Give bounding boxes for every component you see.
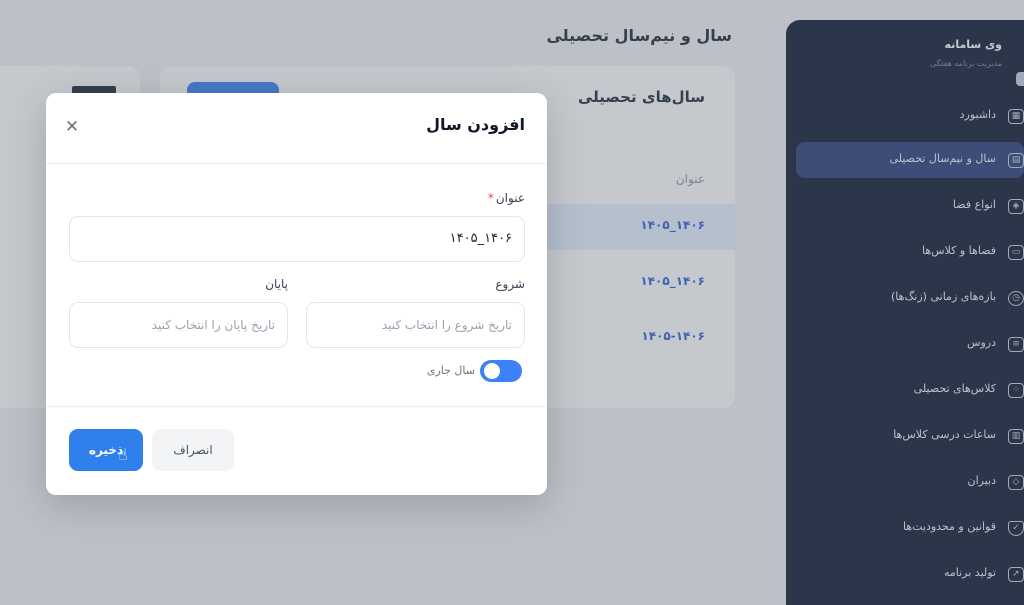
add-year-dialog: افزودن سال ✕ عنوان* ۱۴۰۶_۱۴۰۵ شروع تاریخ…	[46, 93, 547, 495]
title-input[interactable]: ۱۴۰۶_۱۴۰۵	[69, 216, 525, 262]
save-button[interactable]: ذخیره	[69, 429, 143, 471]
dialog-title: افزودن سال	[426, 115, 525, 134]
divider	[46, 406, 547, 407]
divider	[46, 163, 547, 164]
current-year-toggle[interactable]	[480, 360, 522, 382]
end-field-label: پایان	[265, 277, 288, 291]
end-date-input[interactable]: تاریخ پایان را انتخاب کنید	[69, 302, 288, 348]
title-field-label: عنوان*	[488, 191, 525, 205]
start-field-label: شروع	[495, 277, 525, 291]
hand-cursor-icon: ☝	[118, 445, 128, 464]
start-date-input[interactable]: تاریخ شروع را انتخاب کنید	[306, 302, 525, 348]
current-year-label: سال جاری	[426, 364, 475, 377]
required-mark: *	[487, 191, 494, 205]
close-icon[interactable]: ✕	[64, 119, 80, 136]
title-label-text: عنوان	[495, 191, 525, 205]
cancel-button[interactable]: انصراف	[152, 429, 234, 471]
toggle-knob	[484, 363, 500, 379]
